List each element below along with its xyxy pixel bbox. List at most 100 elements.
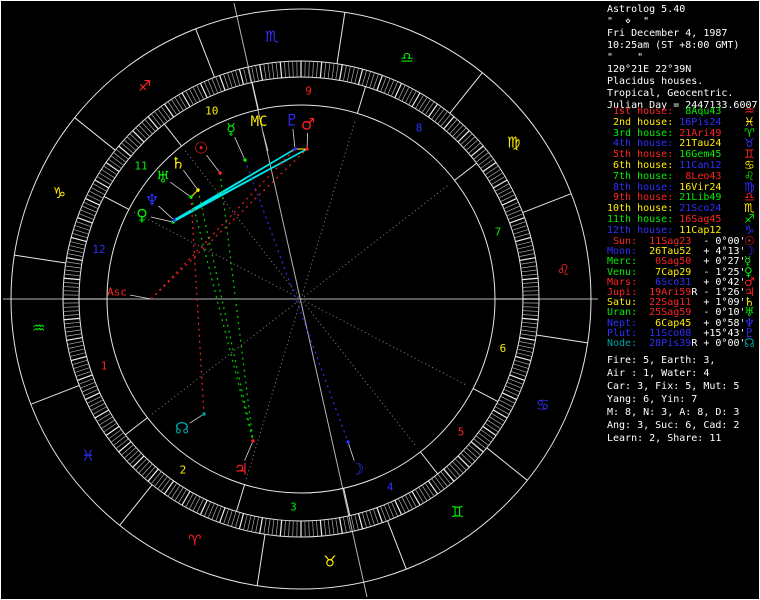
degree-tick bbox=[480, 429, 494, 440]
degree-tick bbox=[520, 261, 537, 265]
degree-tick bbox=[491, 176, 506, 185]
sign-pisces-icon: ♓ bbox=[82, 446, 95, 464]
degree-tick bbox=[132, 130, 145, 143]
planet-pointer-line bbox=[189, 414, 203, 424]
degree-tick bbox=[174, 96, 184, 111]
degree-tick bbox=[113, 152, 127, 163]
degree-tick bbox=[181, 92, 191, 108]
header-line: Astrolog 5.40 bbox=[607, 5, 685, 15]
header-line: Tropical, Geocentric. bbox=[607, 89, 733, 99]
stats-text: Yang: 6, Yin: 7 bbox=[607, 394, 698, 405]
house-row: 2nd house: 16Pis24 ♓ bbox=[607, 115, 755, 128]
degree-tick bbox=[492, 409, 508, 419]
sign-boundary-spoke bbox=[30, 384, 80, 405]
degree-tick bbox=[496, 186, 512, 196]
stats-line: Yang: 6, Yin: 7 bbox=[607, 395, 697, 405]
degree-tick bbox=[338, 517, 343, 534]
uranus-icon: ♅ bbox=[156, 168, 170, 187]
degree-tick bbox=[150, 471, 162, 485]
stats-text: Learn: 2, Share: 11 bbox=[607, 433, 722, 444]
planet-row: Node: 28Pis39R + 0°00' ☊ bbox=[607, 337, 755, 350]
degree-tick bbox=[308, 61, 310, 78]
saturn-position-dot bbox=[196, 188, 200, 192]
degree-tick bbox=[110, 155, 124, 166]
degree-tick bbox=[522, 290, 539, 292]
degree-tick bbox=[231, 511, 237, 527]
degree-tick bbox=[308, 520, 310, 537]
degree-tick bbox=[354, 514, 359, 531]
degree-tick bbox=[88, 190, 104, 199]
degree-tick bbox=[67, 341, 84, 345]
degree-tick bbox=[121, 142, 134, 154]
house-number-8: 8 bbox=[416, 121, 423, 134]
degree-tick bbox=[73, 363, 89, 369]
degree-tick bbox=[346, 516, 351, 532]
degree-tick bbox=[514, 359, 530, 365]
degree-tick bbox=[141, 121, 153, 135]
degree-tick bbox=[255, 516, 259, 533]
sign-boundary-spoke bbox=[195, 28, 216, 78]
degree-tick bbox=[129, 452, 142, 465]
degree-tick bbox=[468, 142, 481, 154]
aspect-opposition-mercury-moon bbox=[244, 159, 349, 443]
mars-icon: ♂ bbox=[301, 115, 315, 134]
house-row: 5th house: 16Gem45 ♊ bbox=[607, 148, 755, 161]
degree-tick bbox=[279, 61, 283, 78]
degree-tick bbox=[157, 108, 168, 122]
house-cusp-value: 16Sag45 bbox=[679, 214, 722, 225]
degree-tick bbox=[424, 482, 435, 497]
degree-tick bbox=[460, 452, 473, 465]
degree-tick bbox=[424, 101, 435, 116]
degree-tick bbox=[494, 183, 510, 192]
degree-tick bbox=[181, 490, 191, 506]
degree-tick bbox=[192, 86, 201, 102]
house-number-10: 10 bbox=[205, 105, 218, 118]
degree-tick bbox=[421, 99, 431, 114]
house-number-4: 4 bbox=[387, 480, 394, 493]
degree-tick bbox=[92, 406, 108, 415]
degree-tick bbox=[235, 512, 241, 528]
degree-tick bbox=[404, 494, 414, 510]
degree-tick bbox=[105, 161, 120, 173]
house-cusp-value: 8Leo43 bbox=[679, 170, 722, 182]
degree-tick bbox=[427, 103, 439, 118]
planet-pointer-line bbox=[234, 137, 245, 159]
degree-tick bbox=[484, 422, 499, 433]
degree-tick bbox=[69, 352, 86, 357]
degree-tick bbox=[227, 72, 233, 88]
house-label: 3rd house: bbox=[607, 127, 674, 139]
degree-tick bbox=[431, 478, 442, 492]
degree-tick bbox=[365, 511, 371, 527]
degree-tick bbox=[449, 463, 461, 477]
stats-line: Air : 1, Water: 4 bbox=[607, 369, 709, 379]
degree-tick bbox=[275, 519, 279, 536]
house-label: 11th house: bbox=[607, 214, 674, 225]
degree-tick bbox=[520, 265, 537, 269]
degree-tick bbox=[118, 441, 132, 453]
sign-boundary-spoke bbox=[336, 12, 346, 64]
mercury-icon: ☿ bbox=[226, 120, 236, 139]
house-number-7: 7 bbox=[495, 225, 502, 238]
degree-tick bbox=[98, 172, 113, 182]
degree-tick bbox=[454, 127, 467, 140]
degree-tick bbox=[486, 169, 501, 179]
degree-tick bbox=[92, 183, 108, 192]
stats-line: M: 8, N: 3, A: 8, D: 3 bbox=[607, 408, 739, 418]
degree-tick bbox=[350, 67, 355, 83]
degree-tick bbox=[443, 116, 455, 130]
degree-tick bbox=[185, 492, 194, 508]
degree-tick bbox=[512, 367, 528, 373]
degree-tick bbox=[65, 261, 82, 265]
stats-text: Fire: 5, Earth: 3, bbox=[607, 355, 716, 366]
degree-tick bbox=[65, 333, 82, 337]
asc-pointer-line bbox=[129, 294, 152, 300]
degree-tick bbox=[160, 478, 171, 492]
house-cusp-value: 21Tau24 bbox=[679, 138, 722, 150]
neptune-icon: ♆ bbox=[145, 191, 159, 210]
degree-tick bbox=[73, 229, 89, 235]
degree-tick bbox=[338, 64, 343, 81]
degree-tick bbox=[63, 286, 80, 288]
sign-boundary-spoke bbox=[522, 193, 572, 214]
degree-tick bbox=[132, 455, 145, 468]
house-row: 12th house: 11Cap12 ♑ bbox=[607, 223, 755, 236]
